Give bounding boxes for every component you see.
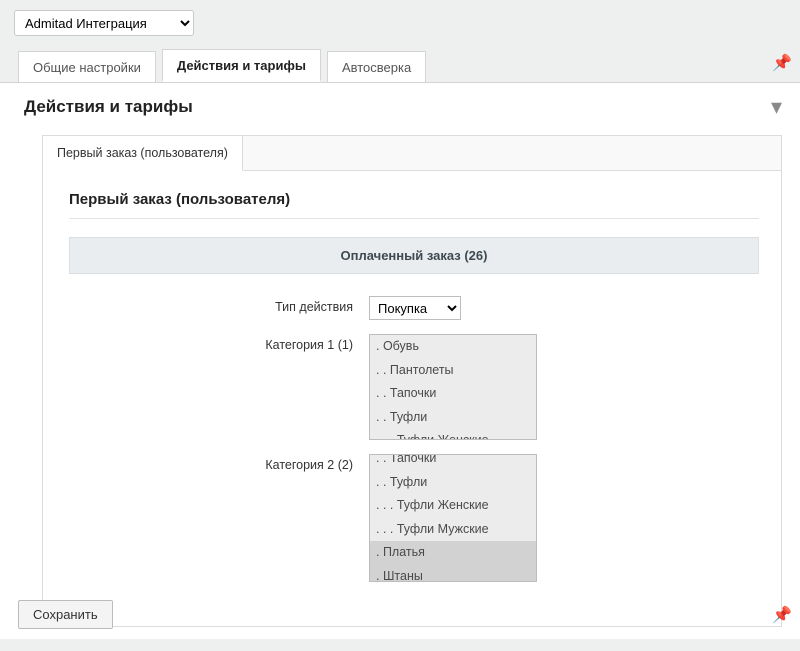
list-item[interactable]: . . . Туфли Женские — [370, 494, 536, 518]
tab-actions[interactable]: Действия и тарифы — [162, 49, 321, 82]
list-item[interactable]: . . Тапочки — [370, 454, 536, 471]
tab-general[interactable]: Общие настройки — [18, 51, 156, 82]
divider — [69, 218, 759, 219]
inner-tab-first-order[interactable]: Первый заказ (пользователя) — [43, 136, 243, 171]
category2-label: Категория 2 (2) — [69, 454, 369, 472]
pin-icon[interactable]: 📌 — [772, 56, 792, 72]
action-type-select[interactable]: Покупка — [369, 296, 461, 320]
action-type-label: Тип действия — [69, 296, 369, 314]
list-item[interactable]: . Платья — [370, 541, 536, 565]
inner-tab-heading: Первый заказ (пользователя) — [69, 191, 759, 208]
inner-panel: Первый заказ (пользователя) Первый заказ… — [42, 135, 782, 627]
category1-listbox[interactable]: . Обувь. . Пантолеты. . Тапочки. . Туфли… — [369, 334, 537, 440]
list-item[interactable]: . . Туфли — [370, 471, 536, 495]
list-item[interactable]: . . Туфли — [370, 406, 536, 430]
collapse-icon[interactable]: ▾ — [771, 100, 782, 114]
list-item[interactable]: . Обувь — [370, 335, 536, 359]
paid-order-banner: Оплаченный заказ (26) — [69, 237, 759, 274]
list-item[interactable]: . . Тапочки — [370, 382, 536, 406]
list-item[interactable]: . Штаны — [370, 565, 536, 583]
main-tabs: Общие настройки Действия и тарифы Автосв… — [0, 48, 800, 82]
save-button[interactable]: Сохранить — [18, 600, 113, 629]
pin-bottom-icon[interactable]: 📌 — [772, 605, 792, 625]
category1-label: Категория 1 (1) — [69, 334, 369, 352]
tab-autocheck[interactable]: Автосверка — [327, 51, 426, 82]
panel-title: Действия и тарифы — [24, 97, 193, 117]
list-item[interactable]: . . Пантолеты — [370, 359, 536, 383]
list-item[interactable]: . . . Туфли Мужские — [370, 518, 536, 542]
actions-panel: Действия и тарифы ▾ Первый заказ (пользо… — [0, 82, 800, 639]
list-item[interactable]: . . . Туфли Женские — [370, 429, 536, 440]
category2-listbox[interactable]: . . Тапочки. . Туфли. . . Туфли Женские.… — [369, 454, 537, 582]
module-select[interactable]: Admitad Интеграция — [14, 10, 194, 36]
